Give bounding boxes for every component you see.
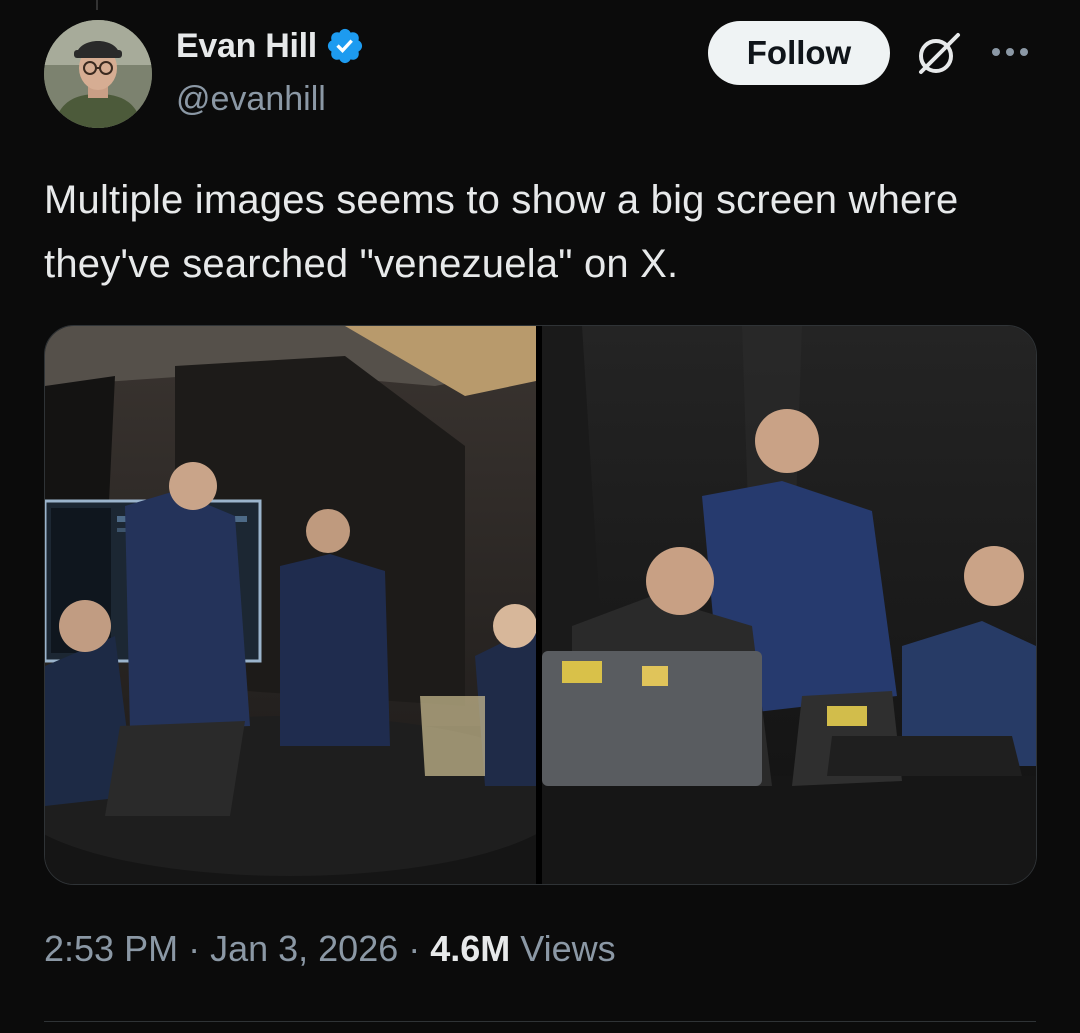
follow-button[interactable]: Follow — [708, 21, 890, 85]
media-photo-1[interactable] — [45, 326, 536, 884]
tweet-date[interactable]: Jan 3, 2026 — [210, 928, 398, 970]
tweet-meta: 2:53 PM · Jan 3, 2026 · 4.6M Views — [44, 928, 616, 970]
author-name-row[interactable]: Evan Hill — [176, 26, 365, 66]
media-photo-2[interactable] — [542, 326, 1036, 884]
meta-separator: · — [188, 928, 201, 969]
author-handle[interactable]: @evanhill — [176, 80, 326, 119]
tweet-card: Evan Hill @evanhill Follow Multiple imag… — [0, 0, 1080, 1033]
views-count[interactable]: 4.6M — [430, 928, 510, 970]
tweet-media[interactable] — [44, 325, 1037, 885]
thread-line — [96, 0, 98, 10]
author-display-name[interactable]: Evan Hill — [176, 27, 317, 66]
grok-icon[interactable] — [912, 28, 964, 80]
more-icon[interactable] — [988, 34, 1032, 70]
meta-separator: · — [408, 928, 421, 969]
avatar[interactable] — [44, 20, 152, 128]
views-label[interactable]: Views — [520, 928, 615, 970]
verified-badge-icon — [327, 28, 362, 64]
tweet-text: Multiple images seems to show a big scre… — [44, 178, 959, 286]
divider-line — [44, 1021, 1036, 1022]
tweet-time[interactable]: 2:53 PM — [44, 928, 178, 970]
